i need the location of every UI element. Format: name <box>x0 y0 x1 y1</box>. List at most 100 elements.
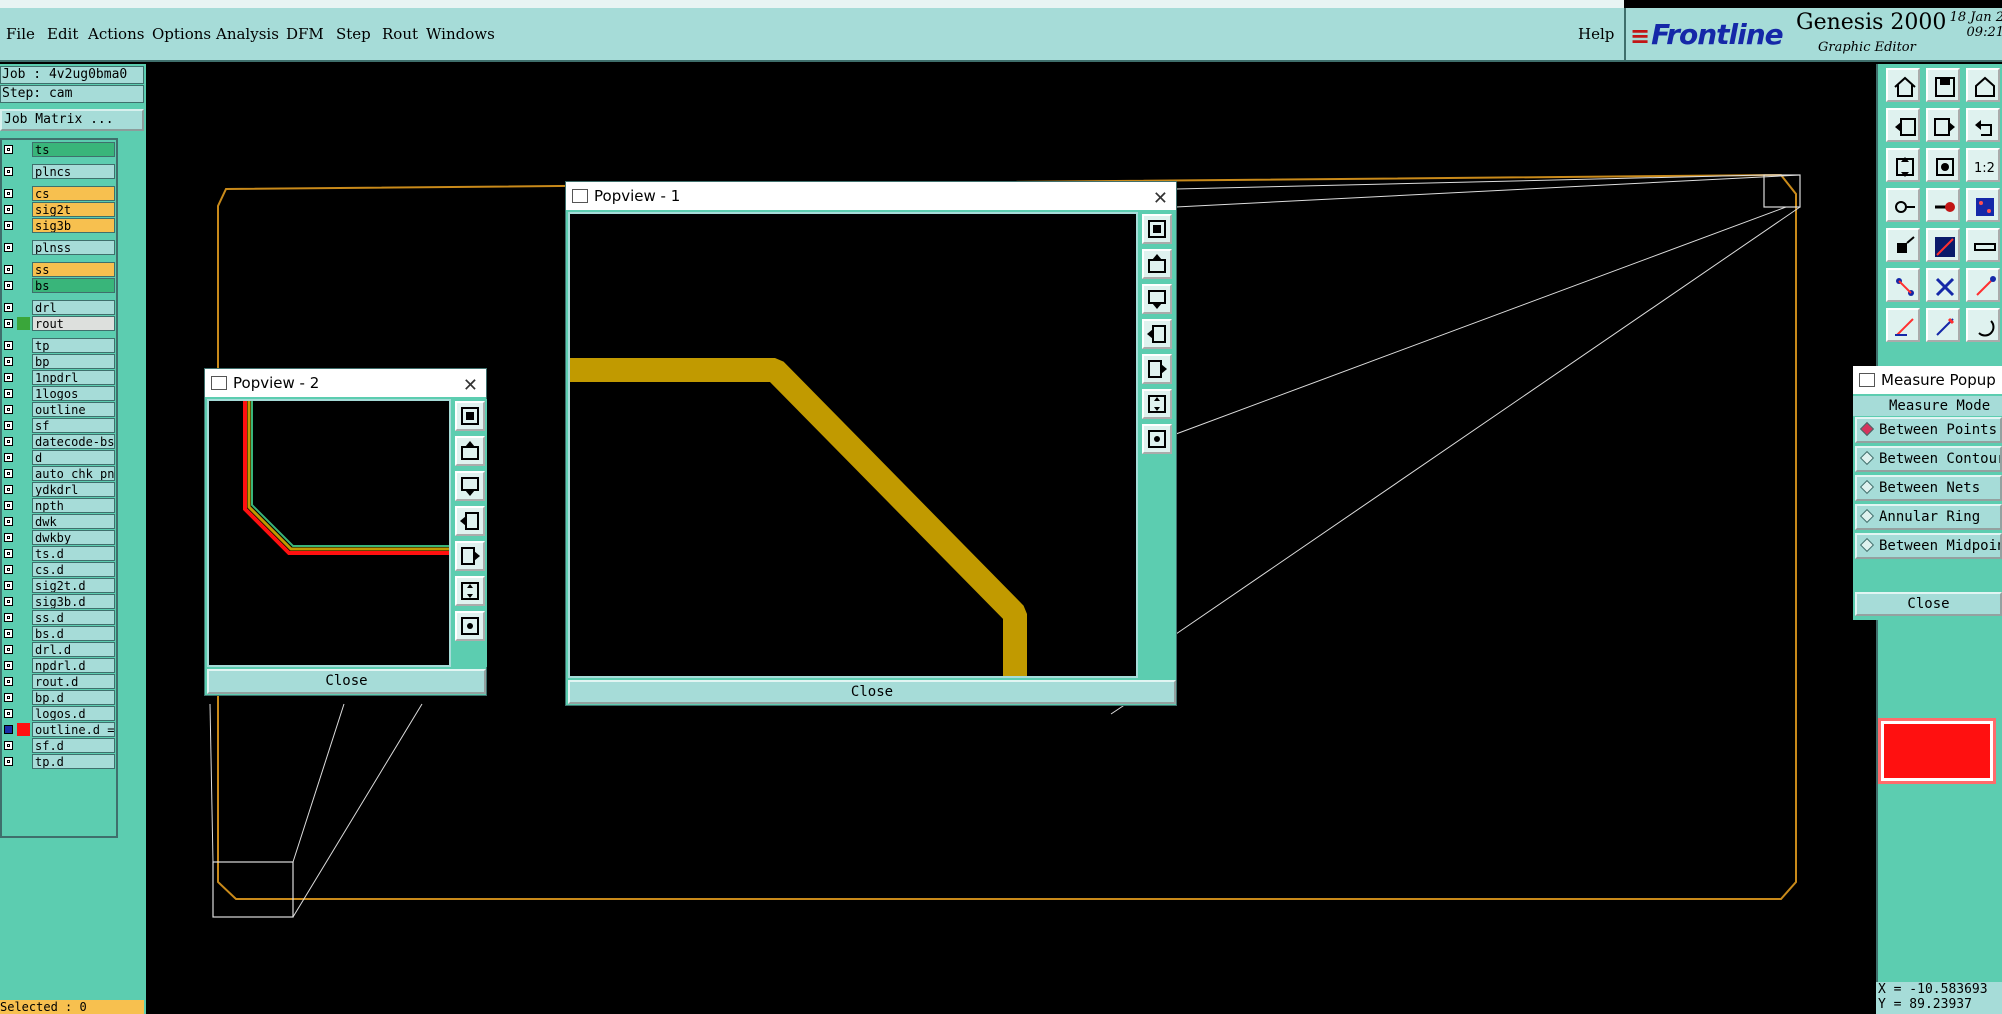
layer-name[interactable]: bp <box>32 354 115 369</box>
layer-name[interactable]: logos.d <box>32 706 115 721</box>
layer-name[interactable]: ts.d <box>32 546 115 561</box>
layer-row[interactable]: bp <box>2 354 118 369</box>
layer-color-swatch[interactable] <box>17 531 30 544</box>
grid-tool-button[interactable] <box>1966 188 2000 222</box>
menu-analysis[interactable]: Analysis <box>216 25 279 43</box>
layer-color-swatch[interactable] <box>17 707 30 720</box>
layer-color-swatch[interactable] <box>17 203 30 216</box>
layer-color-swatch[interactable] <box>17 263 30 276</box>
scale-1to2-tool-button[interactable]: 1:2 <box>1966 148 2000 182</box>
menu-file[interactable]: File <box>6 25 35 43</box>
layer-name[interactable]: 1logos <box>32 386 115 401</box>
layer-name[interactable]: bs.d <box>32 626 115 641</box>
measure-titlebar[interactable]: Measure Popup <box>1853 366 2002 394</box>
layer-name[interactable]: cs.d <box>32 562 115 577</box>
layer-name[interactable]: sig2t.d <box>32 578 115 593</box>
pan-up-button[interactable] <box>455 436 485 466</box>
layer-row[interactable]: bp.d <box>2 690 118 705</box>
layer-color-swatch[interactable] <box>17 579 30 592</box>
layer-row[interactable]: ss.d <box>2 610 118 625</box>
zoom-out-button[interactable] <box>1142 424 1172 454</box>
zoom-center-tool-button[interactable] <box>1926 148 1960 182</box>
layer-color-swatch[interactable] <box>17 241 30 254</box>
layer-row[interactable]: npdrl.d <box>2 658 118 673</box>
pan-down-button[interactable] <box>455 471 485 501</box>
layer-color-swatch[interactable] <box>17 403 30 416</box>
layer-row[interactable]: logos.d <box>2 706 118 721</box>
zoom-in-button[interactable] <box>455 576 485 606</box>
layer-checkbox[interactable] <box>4 243 13 252</box>
layer-row[interactable]: sf.d <box>2 738 118 753</box>
layer-color-swatch[interactable] <box>17 451 30 464</box>
layer-row[interactable]: outline.d = <box>2 722 118 737</box>
layer-row[interactable]: ydkdrl <box>2 482 118 497</box>
draw-tool-button[interactable] <box>1886 308 1920 342</box>
layer-name[interactable]: plnss <box>32 240 115 255</box>
popview-2-close-button[interactable]: Close <box>207 669 486 694</box>
layer-name[interactable]: rout.d <box>32 674 115 689</box>
layer-checkbox[interactable] <box>4 469 13 478</box>
pan-right-button[interactable] <box>455 541 485 571</box>
layer-color-swatch[interactable] <box>17 483 30 496</box>
layer-name[interactable]: sf <box>32 418 115 433</box>
layer-name[interactable]: plncs <box>32 164 115 179</box>
layer-checkbox[interactable] <box>4 757 13 766</box>
layer-name[interactable]: dwkby <box>32 530 115 545</box>
popview-1-titlebar[interactable]: Popview - 1 ✕ <box>566 182 1176 210</box>
menu-dfm[interactable]: DFM <box>286 25 324 43</box>
menu-actions[interactable]: Actions <box>88 25 144 43</box>
zoom-out-button[interactable] <box>455 611 485 641</box>
layer-checkbox[interactable] <box>4 319 13 328</box>
layer-name[interactable]: ss <box>32 262 115 277</box>
layer-row[interactable]: plnss <box>2 240 118 255</box>
popview-2-view[interactable] <box>207 399 451 667</box>
layer-color-swatch[interactable] <box>17 499 30 512</box>
layer-checkbox[interactable] <box>4 693 13 702</box>
menu-options[interactable]: Options <box>152 25 211 43</box>
layer-row[interactable]: 1npdrl <box>2 370 118 385</box>
layer-color-swatch[interactable] <box>17 627 30 640</box>
layer-row[interactable]: tp <box>2 338 118 353</box>
layer-color-swatch[interactable] <box>17 755 30 768</box>
layer-checkbox[interactable] <box>4 421 13 430</box>
job-matrix-button[interactable]: Job Matrix ... <box>0 109 144 131</box>
layer-row[interactable]: ts.d <box>2 546 118 561</box>
layer-name[interactable]: npdrl.d <box>32 658 115 673</box>
close-icon[interactable]: ✕ <box>463 372 478 400</box>
layer-color-swatch[interactable] <box>17 279 30 292</box>
layer-checkbox[interactable] <box>4 565 13 574</box>
layer-row[interactable]: d <box>2 450 118 465</box>
layer-checkbox[interactable] <box>4 437 13 446</box>
undo-tool-button[interactable] <box>1966 108 2000 142</box>
layer-color-swatch[interactable] <box>17 387 30 400</box>
layer-row[interactable]: dwkby <box>2 530 118 545</box>
layer-checkbox[interactable] <box>4 405 13 414</box>
layer-row[interactable]: rout.d <box>2 674 118 689</box>
pan-right-button[interactable] <box>1142 354 1172 384</box>
layer-color-swatch[interactable] <box>17 165 30 178</box>
layer-checkbox[interactable] <box>4 741 13 750</box>
layer-checkbox[interactable] <box>4 597 13 606</box>
layer-checkbox[interactable] <box>4 629 13 638</box>
layer-checkbox[interactable] <box>4 341 13 350</box>
layer-row[interactable]: sf <box>2 418 118 433</box>
layer-checkbox[interactable] <box>4 485 13 494</box>
menu-rout[interactable]: Rout <box>382 25 418 43</box>
layer-checkbox[interactable] <box>4 357 13 366</box>
layer-checkbox[interactable] <box>4 645 13 654</box>
layer-color-swatch[interactable] <box>17 435 30 448</box>
layer-checkbox[interactable] <box>4 265 13 274</box>
layer-name[interactable]: datecode-bs <box>32 434 115 449</box>
layer-row[interactable]: outline <box>2 402 118 417</box>
menu-help[interactable]: Help <box>1578 25 1614 43</box>
close-icon[interactable]: ✕ <box>1153 185 1168 213</box>
layer-name[interactable]: ss.d <box>32 610 115 625</box>
mode-between-midpoints[interactable]: Between Midpoints <box>1855 533 2002 559</box>
layer-checkbox[interactable] <box>4 661 13 670</box>
layer-checkbox[interactable] <box>4 303 13 312</box>
layer-checkbox[interactable] <box>4 581 13 590</box>
layer-checkbox[interactable] <box>4 373 13 382</box>
layer-row[interactable]: bs.d <box>2 626 118 641</box>
layer-color-swatch[interactable] <box>17 675 30 688</box>
zoom-in-button[interactable] <box>1142 389 1172 419</box>
